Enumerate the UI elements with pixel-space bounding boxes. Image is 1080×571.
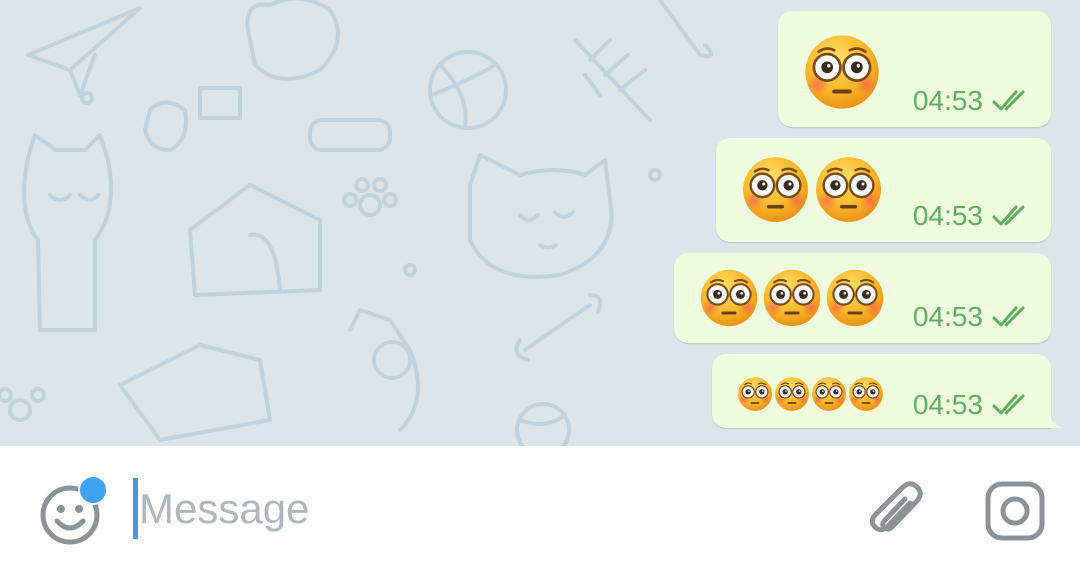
outgoing-message[interactable]: 04:53 bbox=[712, 354, 1065, 428]
notification-dot bbox=[78, 475, 108, 505]
message-meta: 04:53 bbox=[913, 388, 1032, 422]
double-check-icon bbox=[992, 305, 1032, 329]
message-meta: 04:53 bbox=[913, 84, 1032, 118]
message-time: 04:53 bbox=[912, 85, 983, 116]
camera-icon bbox=[985, 481, 1045, 541]
emoji-button[interactable] bbox=[38, 475, 108, 547]
double-check-icon bbox=[992, 89, 1032, 113]
attach-button[interactable] bbox=[866, 479, 926, 543]
flushed-face-emoji bbox=[814, 155, 883, 224]
paperclip-icon bbox=[869, 481, 923, 533]
flushed-face-emoji bbox=[737, 376, 773, 412]
flushed-face-emoji bbox=[774, 376, 810, 412]
flushed-face-emoji bbox=[803, 33, 881, 111]
message-meta: 04:53 bbox=[913, 300, 1032, 334]
message-time: 04:53 bbox=[912, 301, 983, 332]
emoji-content bbox=[741, 155, 883, 224]
message-input[interactable] bbox=[139, 478, 799, 540]
message-meta: 04:53 bbox=[913, 199, 1032, 233]
outgoing-message[interactable]: 04:53 bbox=[716, 138, 1051, 242]
emoji-content bbox=[803, 33, 881, 111]
flushed-face-emoji bbox=[825, 268, 885, 328]
outgoing-message[interactable]: 04:53 bbox=[778, 11, 1051, 127]
message-time: 04:53 bbox=[912, 389, 983, 420]
flushed-face-emoji bbox=[741, 155, 810, 224]
double-check-icon bbox=[992, 204, 1032, 228]
emoji-content bbox=[699, 268, 885, 328]
message-time: 04:53 bbox=[912, 200, 983, 231]
bubble-tail bbox=[1049, 412, 1065, 428]
outgoing-message[interactable]: 04:53 bbox=[674, 253, 1051, 343]
emoji-content bbox=[737, 376, 884, 412]
double-check-icon bbox=[992, 393, 1032, 417]
flushed-face-emoji bbox=[848, 376, 884, 412]
flushed-face-emoji bbox=[811, 376, 847, 412]
camera-button[interactable] bbox=[984, 480, 1046, 542]
chat-area[interactable]: 04:53 04:53 04:53 04:53 bbox=[0, 0, 1080, 446]
text-cursor bbox=[133, 478, 138, 539]
flushed-face-emoji bbox=[762, 268, 822, 328]
flushed-face-emoji bbox=[699, 268, 759, 328]
